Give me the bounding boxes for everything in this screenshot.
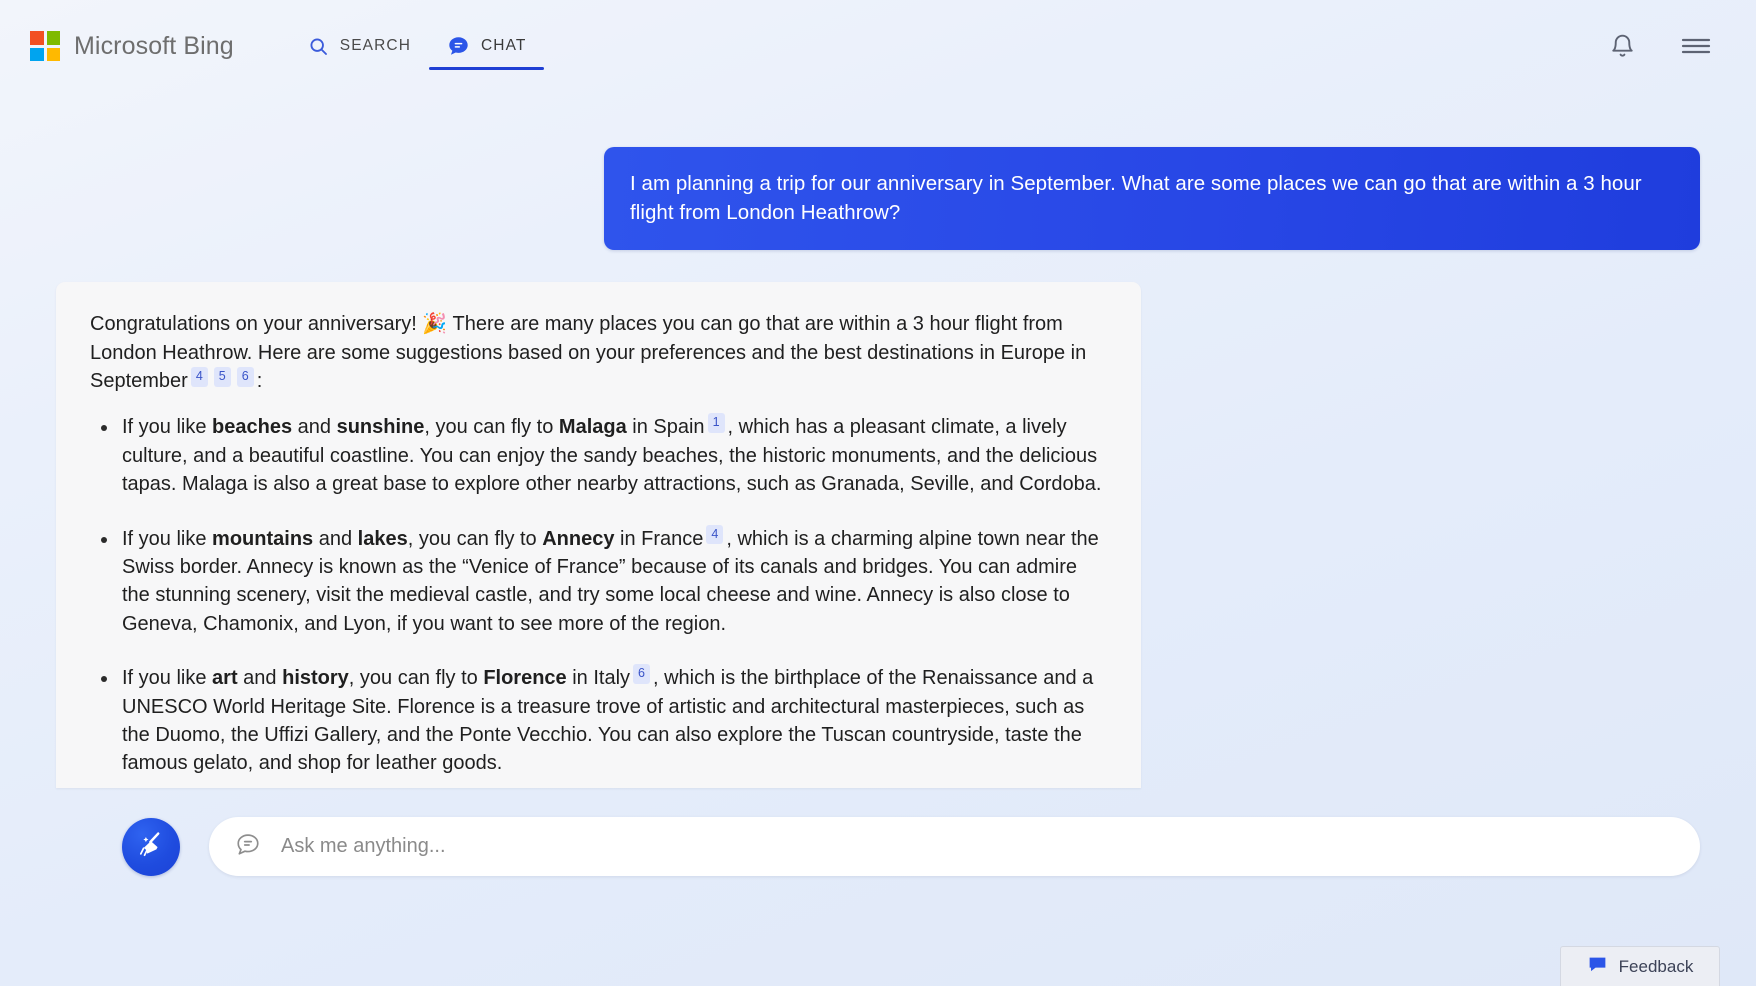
conversation-scroll-area[interactable]: I am planning a trip for our anniversary…: [0, 92, 1756, 820]
bullet-lead: If you like: [122, 416, 213, 439]
bullet-mid-1: and: [313, 527, 358, 550]
broom-icon: [134, 827, 168, 866]
list-item: If you like art and history, you can fly…: [90, 664, 1107, 778]
chat-composer: [0, 817, 1756, 876]
list-item: If you like mountains and lakes, you can…: [90, 524, 1107, 639]
new-topic-button[interactable]: [122, 817, 180, 876]
bullet-bold-2: sunshine: [336, 416, 425, 439]
hamburger-menu-icon[interactable]: [1680, 33, 1712, 59]
chat-bubble-outline-icon: [235, 831, 261, 862]
microsoft-logo-icon: [30, 31, 60, 61]
bullet-mid-3: in Spain: [626, 416, 705, 439]
search-icon: [308, 36, 329, 57]
citation-badge[interactable]: 6: [236, 367, 254, 387]
bing-brand[interactable]: Microsoft Bing: [30, 31, 234, 61]
bullet-mid-3: in Italy: [566, 667, 631, 690]
citation-badge[interactable]: 6: [633, 664, 650, 684]
chat-input-container[interactable]: [209, 817, 1700, 876]
bullet-bold-1: beaches: [212, 416, 293, 439]
feedback-label: Feedback: [1618, 956, 1694, 976]
bullet-mid-2: , you can fly to: [424, 416, 559, 439]
assistant-answer-card: Congratulations on your anniversary! 🎉 T…: [56, 282, 1141, 788]
bullet-bold-1: mountains: [212, 527, 314, 550]
tab-search[interactable]: SEARCH: [290, 0, 429, 92]
feedback-bubble-icon: [1587, 954, 1608, 980]
citation-badge[interactable]: 4: [190, 367, 208, 387]
search-input[interactable]: [281, 835, 1674, 858]
intro-text-after: :: [256, 370, 263, 392]
tab-search-label: SEARCH: [339, 37, 411, 54]
party-popper-emoji: 🎉: [422, 313, 448, 336]
list-item: If you like beaches and sunshine, you ca…: [90, 413, 1107, 498]
user-message-row: I am planning a trip for our anniversary…: [56, 147, 1700, 251]
bullet-mid-2: , you can fly to: [348, 667, 484, 690]
primary-nav: SEARCH CHAT: [290, 0, 545, 92]
answer-intro-paragraph: Congratulations on your anniversary! 🎉 T…: [90, 310, 1107, 395]
feedback-button[interactable]: Feedback: [1560, 946, 1720, 986]
citation-badge[interactable]: 5: [213, 367, 231, 387]
bullet-lead: If you like: [122, 527, 213, 550]
tab-chat[interactable]: CHAT: [429, 0, 545, 92]
bell-icon[interactable]: [1609, 33, 1636, 60]
bullet-bold-3: Malaga: [558, 416, 627, 439]
bullet-bold-2: lakes: [357, 527, 408, 550]
bullet-mid-2: , you can fly to: [407, 527, 543, 550]
bullet-bold-2: history: [282, 667, 349, 690]
citation-badge[interactable]: 1: [707, 413, 725, 433]
bullet-mid-1: and: [292, 416, 337, 439]
intro-text-before: Congratulations on your anniversary!: [90, 313, 423, 336]
suggestions-list: If you like beaches and sunshine, you ca…: [90, 413, 1107, 777]
bullet-bold-3: Annecy: [542, 527, 615, 550]
chat-bubble-icon: [447, 35, 470, 58]
bullet-mid-1: and: [237, 667, 283, 690]
user-message-bubble: I am planning a trip for our anniversary…: [604, 147, 1700, 251]
citation-badge[interactable]: 4: [706, 524, 724, 545]
app-header: Microsoft Bing SEARCH CHAT: [0, 0, 1756, 92]
bullet-bold-3: Florence: [483, 667, 567, 690]
tab-chat-label: CHAT: [481, 37, 527, 54]
bullet-bold-1: art: [212, 667, 238, 690]
bullet-lead: If you like: [122, 667, 213, 690]
bullet-mid-3: in France: [614, 527, 704, 550]
header-actions: [1609, 33, 1728, 60]
brand-name: Microsoft Bing: [74, 31, 234, 60]
